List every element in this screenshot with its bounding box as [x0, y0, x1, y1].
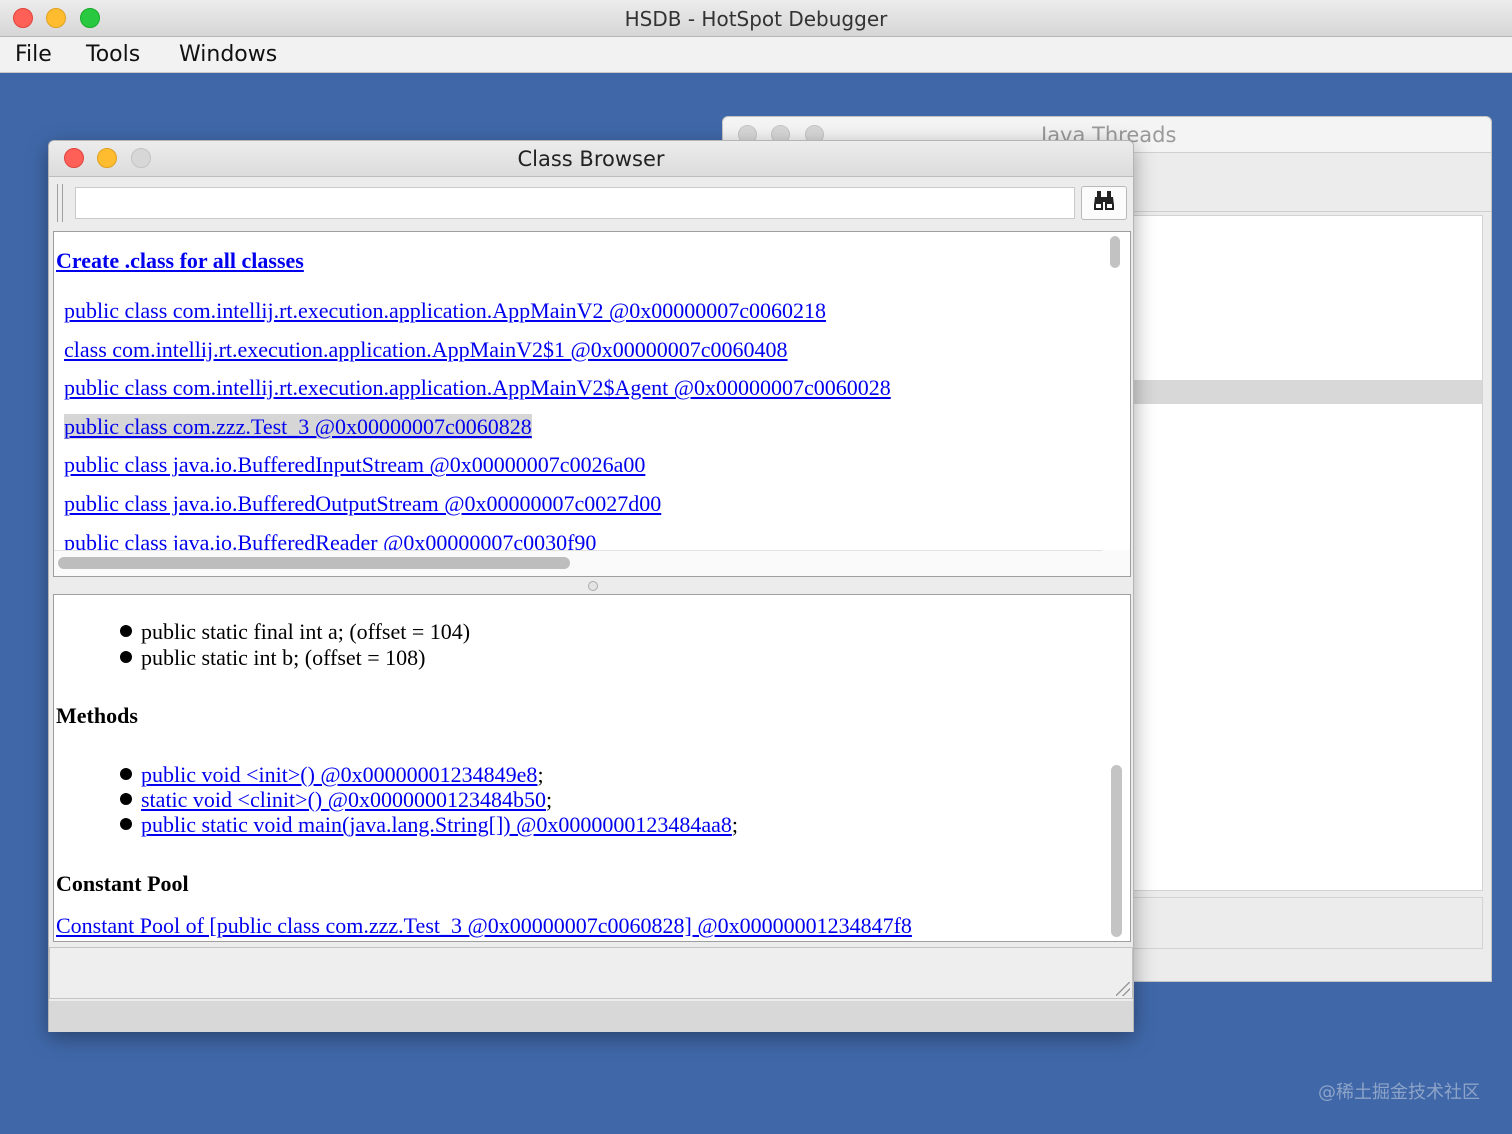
constant-pool-link[interactable]: Constant Pool of [public class com.zzz.T…: [56, 913, 912, 939]
class-link[interactable]: public class java.io.BufferedOutputStrea…: [64, 491, 661, 516]
scroll-corner: [1102, 550, 1130, 576]
class-link[interactable]: public class java.io.BufferedInputStream…: [64, 452, 645, 477]
class-details-pane[interactable]: public static final int a; (offset = 104…: [53, 594, 1131, 942]
method-item: static void <clinit>() @0x0000000123484b…: [120, 787, 552, 813]
bullet-icon: [120, 651, 132, 663]
menubar: File Tools Windows: [0, 37, 1512, 73]
class-list-vertical-scrollbar[interactable]: [1110, 236, 1120, 268]
class-link-text: public class com.intellij.rt.execution.a…: [64, 375, 891, 401]
field-item: public static int b; (offset = 108): [120, 645, 426, 671]
class-link-text: public class com.zzz.Test_3 @0x00000007c…: [64, 413, 532, 439]
method-link[interactable]: static void <clinit>() @0x0000000123484b…: [141, 787, 546, 812]
class-list-item[interactable]: public class com.intellij.rt.execution.a…: [64, 298, 891, 337]
method-link[interactable]: public static void main(java.lang.String…: [141, 812, 732, 837]
menu-tools[interactable]: Tools: [86, 42, 140, 67]
class-list-horizontal-scrollbar[interactable]: [54, 550, 1102, 576]
search-button[interactable]: [1081, 186, 1127, 220]
class-link[interactable]: public class com.intellij.rt.execution.a…: [64, 375, 891, 400]
class-search-input[interactable]: [75, 187, 1075, 219]
binoculars-icon: [1092, 190, 1116, 217]
method-link[interactable]: public void <init>() @0x00000001234849e8: [141, 762, 537, 787]
class-link-text: class com.intellij.rt.execution.applicat…: [64, 336, 788, 362]
bullet-icon: [120, 768, 132, 780]
watermark: @稀土掘金技术社区: [1318, 1082, 1480, 1103]
class-list-item[interactable]: public class java.io.BufferedOutputStrea…: [64, 491, 891, 530]
class-browser-bottom-strip: [49, 1001, 1133, 1032]
bullet-icon: [120, 625, 132, 637]
constant-pool-heading: Constant Pool: [56, 871, 189, 896]
bullet-icon: [120, 793, 132, 805]
app-titlebar: HSDB - HotSpot Debugger: [0, 0, 1512, 37]
class-link[interactable]: class com.intellij.rt.execution.applicat…: [64, 337, 788, 362]
class-list: public class com.intellij.rt.execution.a…: [64, 298, 891, 568]
class-list-item[interactable]: class com.intellij.rt.execution.applicat…: [64, 337, 891, 376]
resize-grip-icon[interactable]: [1116, 982, 1130, 996]
class-list-item[interactable]: public class com.intellij.rt.execution.a…: [64, 375, 891, 414]
toolbar-grip[interactable]: [57, 184, 63, 222]
horizontal-scroll-thumb[interactable]: [58, 557, 570, 569]
class-browser-status-panel: [49, 947, 1133, 999]
method-item: public void <init>() @0x00000001234849e8…: [120, 762, 544, 788]
class-link[interactable]: public class com.zzz.Test_3 @0x00000007c…: [64, 413, 532, 439]
class-link-text: public class java.io.BufferedInputStream…: [64, 452, 646, 478]
class-browser-window[interactable]: Class Browser Create .class for all clas…: [48, 140, 1134, 1032]
method-item: public static void main(java.lang.String…: [120, 812, 738, 838]
split-pane-divider[interactable]: [588, 581, 598, 591]
class-browser-title: Class Browser: [517, 147, 665, 171]
class-list-item[interactable]: public class java.io.BufferedInputStream…: [64, 452, 891, 491]
field-item: public static final int a; (offset = 104…: [120, 619, 470, 645]
class-browser-titlebar: Class Browser: [49, 141, 1133, 177]
methods-heading: Methods: [56, 703, 138, 728]
class-list-pane[interactable]: Create .class for all classes public cla…: [53, 231, 1131, 577]
class-details-vertical-scrollbar[interactable]: [1111, 765, 1122, 937]
class-link[interactable]: public class com.intellij.rt.execution.a…: [64, 298, 826, 323]
menu-windows[interactable]: Windows: [179, 42, 277, 67]
class-browser-toolbar: [49, 178, 1133, 228]
class-list-item[interactable]: public class com.zzz.Test_3 @0x00000007c…: [64, 413, 891, 453]
class-link-text: public class com.intellij.rt.execution.a…: [64, 298, 827, 323]
bullet-icon: [120, 818, 132, 830]
create-class-files-link[interactable]: Create .class for all classes: [56, 248, 304, 274]
menu-file[interactable]: File: [15, 42, 52, 67]
app-title: HSDB - HotSpot Debugger: [624, 7, 888, 31]
class-link-text: public class java.io.BufferedOutputStrea…: [64, 490, 662, 516]
